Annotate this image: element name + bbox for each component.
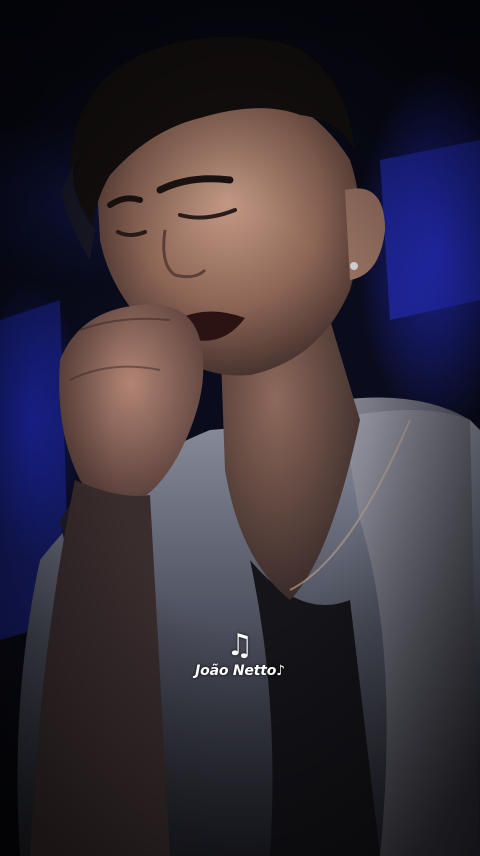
singer-photo <box>0 37 480 856</box>
watermark: ♫ João Netto♪ <box>0 630 480 680</box>
music-notes-icon: ♫ <box>226 628 254 663</box>
video-frame: ♫ João Netto♪ <box>0 0 480 856</box>
watermark-text: João Netto♪ <box>195 663 285 679</box>
